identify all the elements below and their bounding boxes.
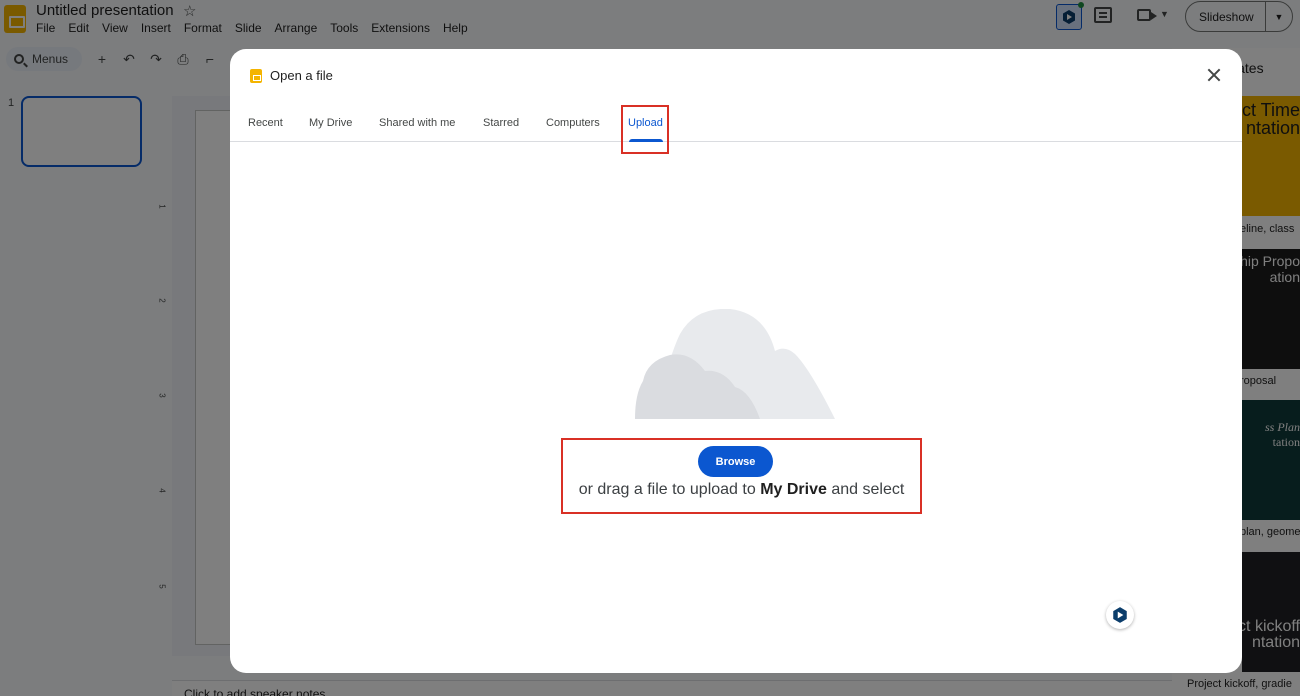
upload-tab-highlight [621, 105, 669, 154]
close-icon[interactable] [1205, 66, 1223, 84]
upload-cloud-icon [635, 309, 835, 419]
dialog-tabs: Recent My Drive Shared with me Starred C… [230, 105, 1242, 142]
slides-file-icon [250, 69, 262, 83]
dialog-title: Open a file [270, 68, 333, 83]
slides-app: Untitled presentation ☆ File Edit View I… [0, 0, 1300, 696]
gemini-float-button[interactable] [1106, 601, 1134, 629]
drag-text-destination: My Drive [760, 481, 827, 498]
tab-starred[interactable]: Starred [483, 117, 519, 129]
drag-drop-hint: or drag a file to upload to My Drive and… [561, 481, 922, 499]
browse-button[interactable]: Browse [698, 446, 773, 477]
open-file-dialog: Open a file Recent My Drive Shared with … [230, 49, 1242, 673]
drag-text-suffix: and select [831, 481, 905, 498]
gemini-icon [1113, 607, 1127, 623]
tab-my-drive[interactable]: My Drive [309, 117, 352, 129]
tab-computers[interactable]: Computers [546, 117, 600, 129]
tab-recent[interactable]: Recent [248, 117, 283, 129]
tab-shared-with-me[interactable]: Shared with me [379, 117, 455, 129]
drag-text-prefix: or drag a file to upload to [578, 481, 756, 498]
